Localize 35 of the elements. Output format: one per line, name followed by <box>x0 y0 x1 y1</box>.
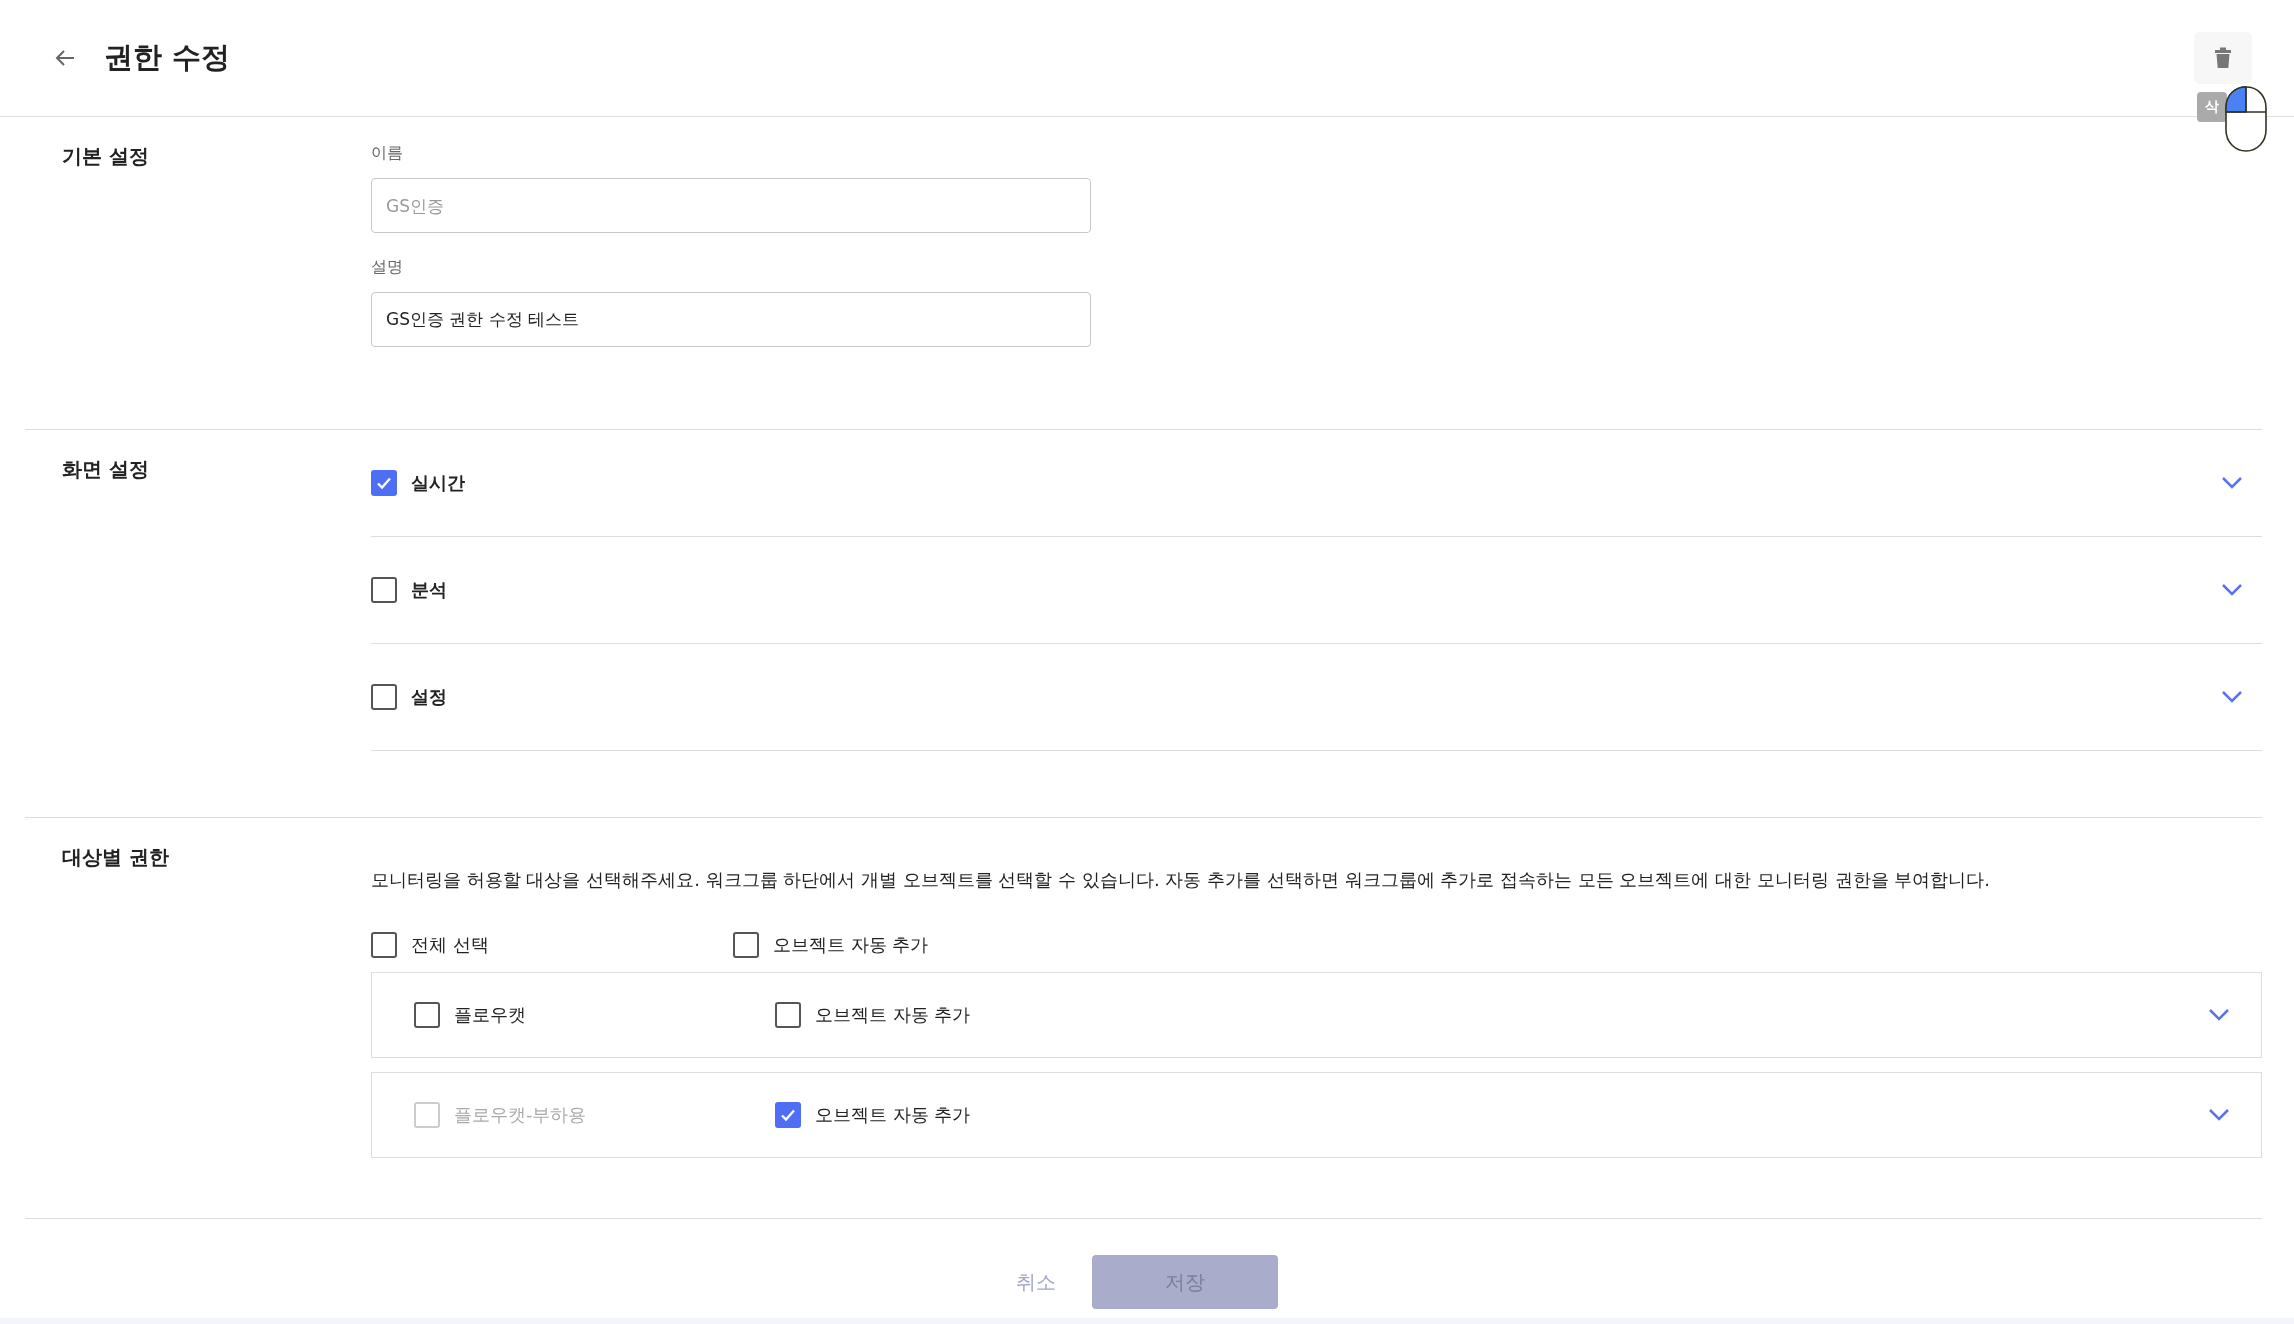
chevron-down-icon[interactable] <box>2207 1107 2231 1123</box>
tooltip: 삭 <box>2197 92 2227 122</box>
checkbox[interactable] <box>775 1002 801 1028</box>
checkbox-label: 오브젝트 자동 추가 <box>815 1003 971 1027</box>
checkbox-label: 전체 선택 <box>411 933 489 957</box>
checkbox[interactable] <box>371 577 397 603</box>
text-input[interactable]: GS인증 권한 수정 테스트 <box>371 292 1091 347</box>
checkbox[interactable] <box>733 932 759 958</box>
chevron-down-icon[interactable] <box>2220 689 2244 705</box>
checkbox-label: 분석 <box>411 578 447 602</box>
section-title: 화면 설정 <box>61 456 150 483</box>
text-input[interactable]: GS인증 <box>371 178 1091 233</box>
delete-button[interactable] <box>2194 32 2252 84</box>
checkbox-label: 설정 <box>411 685 447 709</box>
checkbox-label: 플로우캣-부하용 <box>454 1103 587 1127</box>
checkbox[interactable] <box>371 932 397 958</box>
checkbox[interactable] <box>371 684 397 710</box>
page-title: 권한 수정 <box>104 39 232 76</box>
checkbox[interactable] <box>414 1002 440 1028</box>
section-title: 기본 설정 <box>61 143 150 170</box>
section-title: 대상별 권한 <box>61 844 170 871</box>
checkbox[interactable] <box>371 470 397 496</box>
field-label: 이름 <box>371 143 404 164</box>
chevron-down-icon[interactable] <box>2207 1007 2231 1023</box>
checkbox-label: 플로우캣 <box>454 1003 526 1027</box>
mouse-icon <box>2224 86 2268 152</box>
chevron-down-icon[interactable] <box>2220 475 2244 491</box>
field-label: 설명 <box>371 257 404 278</box>
checkbox-label: 오브젝트 자동 추가 <box>773 933 929 957</box>
chevron-down-icon[interactable] <box>2220 582 2244 598</box>
checkbox-label: 실시간 <box>411 471 465 495</box>
description-text: 모니터링을 허용할 대상을 선택해주세요. 워크그룹 하단에서 개별 오브젝트를 선택할 수 있습니다. 자동 추가를 선택하면 워크그룹에 추가로 접속하는 모든 오브젝트에 대한 모니터링 권한을 부여합니다. <box>371 868 1992 892</box>
checkbox-label: 오브젝트 자동 추가 <box>815 1103 971 1127</box>
trash-icon <box>2214 47 2232 69</box>
cancel-button[interactable]: 취소 <box>1009 1267 1062 1297</box>
